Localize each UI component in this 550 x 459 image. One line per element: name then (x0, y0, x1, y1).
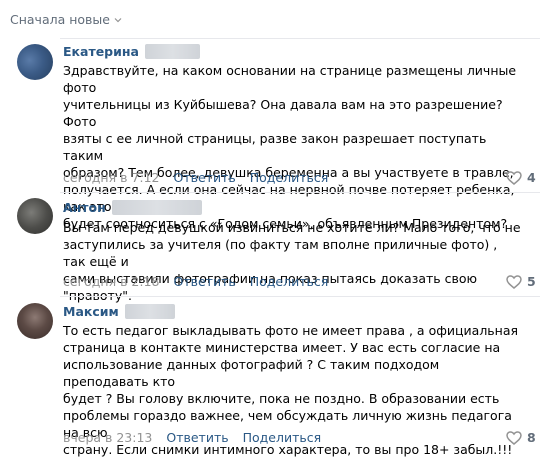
redacted-surname (144, 44, 200, 59)
like-count: 5 (527, 274, 536, 289)
reply-button[interactable]: Ответить (166, 430, 228, 445)
avatar[interactable] (17, 44, 53, 80)
like-button[interactable]: 8 (506, 430, 536, 445)
share-button[interactable]: Поделиться (250, 170, 329, 185)
divider (60, 296, 540, 297)
heart-icon (506, 430, 522, 445)
sort-label: Сначала новые (10, 12, 110, 27)
author-name: Антон (63, 200, 106, 215)
divider (60, 192, 540, 193)
comment-meta: сегодня в 2:18 Ответить Поделиться (63, 274, 328, 289)
comment-time[interactable]: вчера в 23:13 (63, 430, 152, 445)
author-name: Екатерина (63, 44, 139, 59)
reply-button[interactable]: Ответить (173, 170, 235, 185)
comment-author[interactable]: Антон (63, 200, 202, 215)
comment-text: Вы там перед девушкой извиниться не хоти… (63, 220, 521, 303)
redacted-surname (111, 200, 202, 215)
like-count: 4 (527, 170, 536, 185)
reply-button[interactable]: Ответить (173, 274, 235, 289)
comment-time[interactable]: сегодня в 2:18 (63, 274, 160, 289)
sort-dropdown[interactable]: Сначала новые (10, 12, 122, 27)
comment-meta: сегодня в 7:12 Ответить Поделиться (63, 170, 328, 185)
like-count: 8 (527, 430, 536, 445)
like-button[interactable]: 4 (506, 170, 536, 185)
heart-icon (506, 170, 522, 185)
redacted-surname (124, 304, 175, 319)
share-button[interactable]: Поделиться (243, 430, 322, 445)
avatar[interactable] (17, 303, 53, 339)
comment-author[interactable]: Максим (63, 304, 175, 319)
share-button[interactable]: Поделиться (250, 274, 329, 289)
sort-bar: Сначала новые (0, 0, 550, 38)
author-name: Максим (63, 304, 119, 319)
comment-author[interactable]: Екатерина (63, 44, 200, 59)
comment-time[interactable]: сегодня в 7:12 (63, 170, 160, 185)
heart-icon (506, 274, 522, 289)
divider (60, 38, 540, 39)
comment-meta: вчера в 23:13 Ответить Поделиться (63, 430, 321, 445)
chevron-down-icon (114, 17, 122, 22)
avatar[interactable] (17, 198, 53, 234)
like-button[interactable]: 5 (506, 274, 536, 289)
